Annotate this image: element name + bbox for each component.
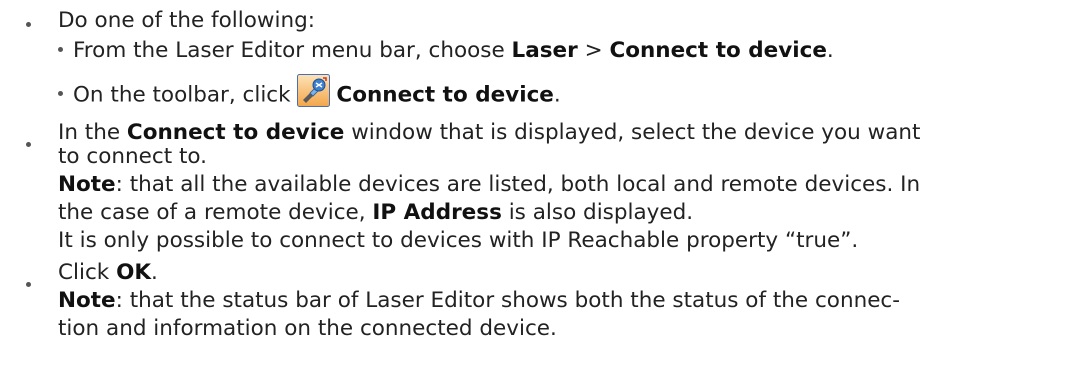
sub-bullet	[58, 46, 63, 52]
step-3-note-line-2: tion and information on the connected de…	[58, 316, 557, 342]
step-text: window that is displayed, select the dev…	[344, 120, 921, 145]
step-2-note: Note: that all the available devices are…	[58, 172, 920, 198]
step-2-note-line-2: the case of a remote device, IP Address …	[58, 200, 693, 226]
step-3-note: Note: that the status bar of Laser Edito…	[58, 288, 900, 314]
menu-separator: >	[577, 38, 610, 63]
window-name: Connect to device	[126, 120, 345, 145]
note-text: the case of a remote device,	[58, 200, 373, 225]
step-text: It is only possible to connect to device…	[58, 228, 859, 253]
step-text: to connect to.	[58, 144, 207, 169]
step-1-intro: Do one of the following:	[58, 8, 315, 34]
option-suffix: .	[826, 38, 834, 63]
note-text: : that all the available devices are lis…	[115, 172, 921, 197]
step-3-line-1: Click OK.	[58, 260, 158, 286]
bullet	[26, 142, 31, 147]
connect-to-device-icon	[297, 74, 331, 107]
note-label: Note	[58, 288, 116, 313]
ok-button-name: OK	[116, 260, 152, 285]
step-2-line-1: In the Connect to device window that is …	[58, 120, 920, 146]
command-connect-to-device: Connect to device	[609, 38, 827, 63]
step-text: In the	[58, 120, 127, 145]
step-2-line-2: to connect to.	[58, 144, 207, 170]
option-suffix: .	[553, 82, 561, 108]
sub-bullet	[58, 91, 63, 96]
step-text: Do one of the following:	[58, 8, 315, 33]
ip-address-label: IP Address	[372, 200, 502, 225]
menu-laser: Laser	[511, 38, 578, 63]
command-connect-to-device: Connect to device	[336, 82, 554, 108]
note-text: is also displayed.	[501, 200, 694, 225]
note-label: Note	[58, 172, 116, 197]
note-text: tion and information on the connected de…	[58, 316, 557, 341]
step-text: .	[151, 260, 158, 285]
note-text: : that the status bar of Laser Editor sh…	[115, 288, 901, 313]
option-text: On the toolbar, click	[73, 82, 298, 108]
option-toolbar: On the toolbar, click Connect to device.	[58, 74, 561, 112]
step-text: Click	[58, 260, 117, 285]
bullet	[26, 282, 31, 287]
step-2-line-5: It is only possible to connect to device…	[58, 228, 858, 254]
option-text: From the Laser Editor menu bar, choose	[73, 38, 512, 63]
bullet	[26, 22, 31, 27]
option-menu-bar: From the Laser Editor menu bar, choose L…	[58, 38, 834, 64]
